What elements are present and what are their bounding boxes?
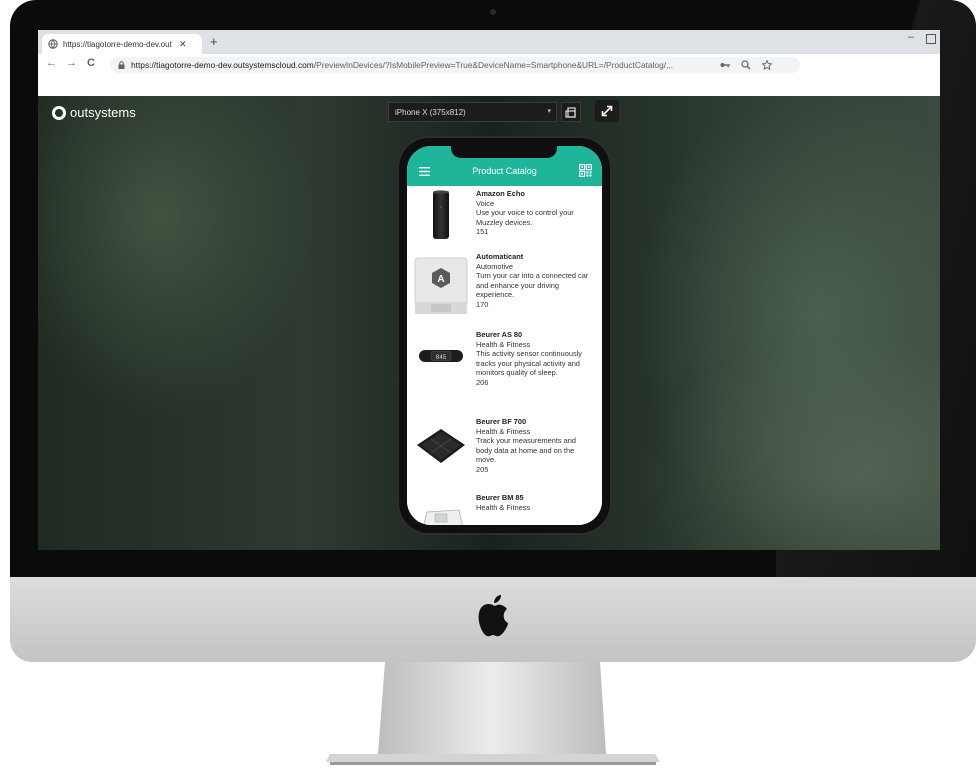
app-header: Product Catalog [407, 146, 602, 186]
list-item[interactable]: A Automaticant Automotive Turn your car … [407, 246, 602, 325]
preview-viewport: outsystems iPhone X (375x812) ▾ Product … [38, 96, 940, 550]
url-host: https://tiagotorre-demo-dev.outsystemscl… [131, 60, 314, 70]
list-item[interactable]: 845 Beurer AS 80 Health & Fitness This a… [407, 324, 602, 412]
browser-toolbar: ← → C https://tiagotorre-demo-dev.outsys… [38, 54, 940, 77]
apple-logo-icon [478, 595, 508, 637]
device-select[interactable]: iPhone X (375x812) ▾ [388, 102, 557, 122]
tab-title: https://tiagotorre-demo-dev.out [63, 39, 172, 49]
bathroom-scale-image [417, 429, 465, 463]
amazon-echo-image [433, 190, 449, 239]
zoom-icon[interactable] [741, 60, 751, 70]
address-bar[interactable]: https://tiagotorre-demo-dev.outsystemscl… [110, 57, 800, 73]
camera-dot [490, 9, 496, 15]
list-item[interactable]: Beurer BF 700 Health & Fitness Track you… [407, 411, 602, 489]
product-text: Automaticant Automotive Turn your car in… [476, 252, 592, 310]
product-number: 170 [476, 299, 489, 309]
screen: https://tiagotorre-demo-dev.out ✕ + – ← … [38, 30, 940, 550]
close-tab-icon[interactable]: ✕ [179, 39, 187, 50]
star-icon[interactable] [762, 60, 772, 70]
product-text: Beurer BM 85 Health & Fitness [476, 493, 592, 512]
product-description: Turn your car into a connected car and e… [476, 271, 589, 300]
product-description: Track your measurements and body data at… [476, 436, 576, 465]
product-category: Voice [476, 198, 495, 208]
product-category: Health & Fitness [476, 426, 531, 436]
product-number: 206 [476, 377, 489, 387]
reload-button[interactable]: C [87, 57, 95, 69]
browser-toolbar-spacer [38, 76, 940, 96]
minimize-button[interactable]: – [908, 31, 914, 43]
automatic-adapter-image: A [414, 257, 468, 314]
product-name: Automaticant [476, 252, 524, 261]
back-button[interactable]: ← [46, 57, 57, 69]
list-item[interactable]: Beurer BM 85 Health & Fitness [407, 488, 602, 525]
fullscreen-button[interactable] [595, 100, 619, 122]
url-text: https://tiagotorre-demo-dev.outsystemscl… [131, 60, 731, 70]
phone-notch [451, 146, 557, 158]
lock-icon [118, 61, 125, 69]
activity-tracker-image: 845 [419, 350, 463, 362]
expand-icon [601, 105, 613, 117]
maximize-button[interactable] [926, 34, 936, 44]
product-category: Automotive [476, 261, 513, 271]
product-description: Use your voice to control your Muzzley d… [476, 208, 574, 227]
svg-text:845: 845 [436, 354, 447, 361]
app-title: Product Catalog [472, 166, 537, 176]
browser-tabstrip: https://tiagotorre-demo-dev.out ✕ + – [38, 30, 940, 54]
qr-code-icon[interactable] [579, 164, 592, 177]
rotate-device-button[interactable] [561, 102, 581, 122]
product-name: Beurer BM 85 [476, 493, 524, 502]
product-category: Health & Fitness [476, 502, 531, 512]
brand-text: outsystems [70, 105, 136, 120]
product-description: This activity sensor continuously tracks… [476, 349, 582, 378]
blood-pressure-monitor-image [423, 509, 463, 525]
key-icon[interactable] [720, 61, 730, 69]
phone-screen: Product Catalog Amazon Echo Voice Use yo… [407, 146, 602, 525]
imac-stand [326, 662, 660, 765]
product-name: Amazon Echo [476, 189, 525, 198]
device-select-value: iPhone X (375x812) [395, 107, 466, 117]
list-item[interactable]: Amazon Echo Voice Use your voice to cont… [407, 186, 602, 247]
new-tab-button[interactable]: + [210, 34, 218, 49]
url-path: /PreviewInDevices/?IsMobilePreview=True&… [313, 60, 674, 70]
globe-icon [48, 39, 58, 49]
product-name: Beurer BF 700 [476, 417, 527, 426]
product-text: Beurer AS 80 Health & Fitness This activ… [476, 330, 592, 388]
phone-frame: Product Catalog Amazon Echo Voice Use yo… [399, 138, 610, 533]
product-text: Amazon Echo Voice Use your voice to cont… [476, 189, 592, 237]
outsystems-brand: outsystems [52, 105, 136, 120]
product-number: 151 [476, 227, 489, 237]
chevron-down-icon: ▾ [547, 108, 551, 115]
rotate-icon [565, 107, 576, 118]
svg-text:A: A [437, 274, 444, 285]
forward-button[interactable]: → [66, 57, 77, 69]
outsystems-logo-icon [52, 105, 66, 120]
product-number: 205 [476, 464, 489, 474]
product-text: Beurer BF 700 Health & Fitness Track you… [476, 417, 592, 475]
product-category: Health & Fitness [476, 339, 531, 349]
product-name: Beurer AS 80 [476, 330, 523, 339]
browser-tab[interactable]: https://tiagotorre-demo-dev.out ✕ [42, 34, 202, 54]
